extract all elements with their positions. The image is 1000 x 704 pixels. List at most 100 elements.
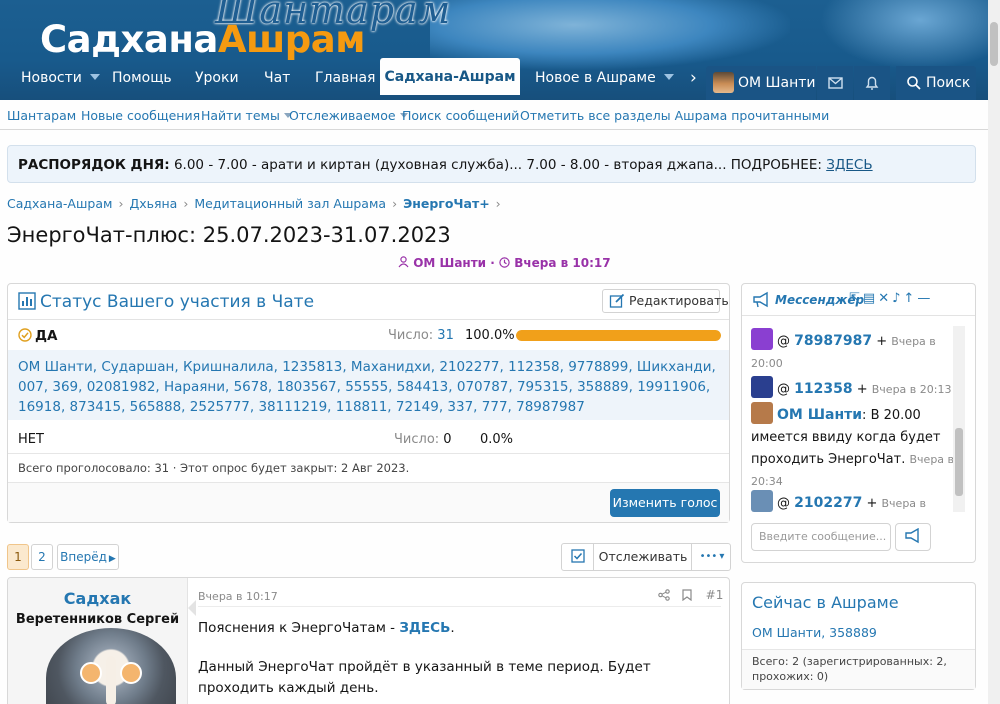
avatar[interactable]	[751, 402, 773, 424]
list-item: @ 112358 + Вчера в 20:13	[751, 376, 961, 401]
subnav-mark-read[interactable]: Отметить все разделы Ашрама прочитанными	[520, 108, 829, 123]
chevron-down-icon[interactable]	[663, 74, 674, 80]
archive-icon[interactable]: ▤	[863, 291, 878, 306]
poll-count: Число: 31	[388, 328, 454, 343]
nav-more-arrow[interactable]: ›	[690, 58, 697, 100]
nav-help[interactable]: Помощь	[112, 58, 172, 100]
messenger-scrollbar[interactable]	[953, 326, 965, 512]
post-number[interactable]: #1	[706, 588, 724, 602]
messenger-toolbar: ⇱▤✕♪↑—	[849, 291, 933, 306]
nav-chat[interactable]: Чат	[264, 58, 290, 100]
search-icon	[907, 76, 921, 90]
chevron-down-icon[interactable]	[89, 74, 100, 80]
thread-meta: ОМ Шанти · Вчера в 10:17	[398, 256, 611, 270]
avatar[interactable]	[751, 376, 773, 398]
online-widget: Сейчас в Ашраме ОМ Шанти, 358889 Всего: …	[741, 582, 976, 690]
post-date[interactable]: Вчера в 10:17	[198, 590, 278, 603]
nav-lessons[interactable]: Уроки	[195, 58, 239, 100]
subnav-watched[interactable]: Отслеживаемое	[289, 108, 408, 123]
breadcrumb-item[interactable]: Медитационный зал Ашрама	[194, 196, 386, 211]
list-item: @ 2102277 + Вчера в 22:33	[751, 490, 961, 514]
page-1[interactable]: 1	[7, 544, 29, 570]
user-icon	[398, 256, 409, 268]
send-button[interactable]	[895, 523, 931, 551]
post-username[interactable]: Садхак	[8, 589, 187, 608]
edit-icon	[609, 293, 625, 308]
avatar[interactable]	[46, 628, 176, 704]
messenger-list: @ 78987987 + Вчера в 20:00 @ 112358 + Вч…	[742, 324, 964, 514]
volume-icon[interactable]: ♪	[892, 291, 903, 306]
minimize-icon[interactable]: —	[917, 291, 933, 306]
breadcrumb: Садхана-Ашрам › Дхьяна › Медитационный зал А…	[7, 196, 507, 211]
breadcrumb-item[interactable]: ЭнергоЧат+	[403, 196, 490, 211]
page-2[interactable]: 2	[31, 544, 53, 570]
message-input[interactable]: Введите сообщение...	[751, 523, 891, 551]
avatar[interactable]	[751, 490, 773, 512]
poll-footer: Изменить голос	[8, 482, 729, 522]
more-options-button[interactable]: ••• ▾	[693, 544, 731, 570]
scrollbar-thumb[interactable]	[990, 22, 998, 66]
subnav-shantaram[interactable]: Шантарам	[7, 108, 76, 123]
poll-count: Число: 0	[394, 432, 452, 447]
poll-block: Статус Вашего участия в Чате Редактирова…	[7, 283, 730, 523]
arrow-up-icon[interactable]: ↑	[903, 291, 917, 306]
search-button[interactable]: Поиск	[896, 66, 976, 100]
sub-nav: Шантарам Новые сообщения Найти темы Отсл…	[0, 100, 988, 130]
thread-author[interactable]: ОМ Шанти	[413, 256, 486, 270]
poll-title: Статус Вашего участия в Чате	[18, 292, 314, 312]
subnav-search-posts[interactable]: Поиск сообщений	[402, 108, 519, 123]
alerts-button[interactable]	[854, 66, 890, 100]
breadcrumb-item[interactable]: Дхьяна	[129, 196, 177, 211]
online-users[interactable]: ОМ Шанти, 358889	[752, 625, 877, 640]
user-menu[interactable]: ОМ Шанти	[706, 66, 816, 100]
avatar[interactable]	[751, 328, 773, 350]
poll-voters-list[interactable]: ОМ Шанти, Сударшан, Кришналила, 1235813,…	[8, 350, 729, 420]
list-item: @ 78987987 + Вчера в 20:00	[751, 328, 961, 375]
post-user-panel: Садхак Веретенников Сергей	[8, 578, 188, 704]
post-user-title: Веретенников Сергей	[15, 612, 180, 627]
external-link-icon[interactable]: ⇱	[849, 291, 863, 306]
chevron-right-icon: ›	[118, 196, 124, 211]
nav-whats-new[interactable]: Новое в Ашраме	[535, 58, 674, 100]
thread-date[interactable]: Вчера в 10:17	[514, 256, 610, 270]
chevron-down-icon: ▾	[719, 551, 725, 562]
edit-poll-button[interactable]: Редактировать	[602, 289, 729, 313]
schedule-notice: РАСПОРЯДОК ДНЯ: 6.00 - 7.00 - арати и ки…	[7, 145, 976, 183]
poll-option-label: ДА	[18, 328, 57, 344]
page-scrollbar[interactable]	[988, 0, 1000, 704]
inbox-button[interactable]	[817, 66, 853, 100]
post-actions: #1	[658, 588, 723, 602]
bookmark-icon[interactable]	[682, 589, 692, 602]
chevron-right-icon: ›	[183, 196, 189, 211]
messenger-widget: Мессенджер ⇱▤✕♪↑— @ 78987987 + Вчера в 2…	[741, 283, 976, 563]
user-remove-icon[interactable]: ✕	[878, 291, 892, 306]
online-title[interactable]: Сейчас в Ашраме	[752, 593, 899, 612]
divider	[198, 606, 721, 607]
online-total: Всего: 2 (зарегистрированных: 2, прохожи…	[742, 649, 975, 689]
nav-home[interactable]: Главная	[315, 58, 375, 100]
triangle-right-icon: ▶	[108, 554, 116, 564]
post-link[interactable]: ЗДЕСЬ	[399, 620, 450, 636]
change-vote-button[interactable]: Изменить голос	[610, 489, 720, 517]
scrollbar-thumb[interactable]	[955, 428, 963, 496]
nav-news[interactable]: Новости	[21, 58, 100, 100]
site-logo[interactable]: СадханаАшрам	[40, 18, 366, 61]
avatar	[713, 72, 734, 93]
poll-progress-fill	[516, 330, 721, 341]
nav-ashram-active[interactable]: Садхана-Ашрам	[380, 58, 520, 95]
poll-option-no: НЕТ Число: 0 0.0%	[8, 424, 729, 454]
watch-button[interactable]: Отслеживать	[595, 544, 692, 570]
notice-link[interactable]: ЗДЕСЬ	[826, 157, 872, 173]
chevron-right-icon: ›	[495, 196, 501, 211]
bar-chart-icon	[18, 292, 36, 310]
breadcrumb-item[interactable]: Садхана-Ашрам	[7, 196, 112, 211]
megaphone-icon	[905, 527, 919, 544]
subnav-find-threads[interactable]: Найти темы	[201, 108, 292, 123]
envelope-icon	[828, 77, 843, 89]
subnav-new-posts[interactable]: Новые сообщения	[81, 108, 200, 123]
notice-label: РАСПОРЯДОК ДНЯ:	[18, 157, 170, 173]
next-page-button[interactable]: Вперёд ▶	[57, 544, 119, 570]
select-button[interactable]	[562, 544, 594, 570]
thread-tools: Отслеживать ••• ▾	[561, 543, 731, 571]
share-icon[interactable]	[658, 589, 670, 601]
